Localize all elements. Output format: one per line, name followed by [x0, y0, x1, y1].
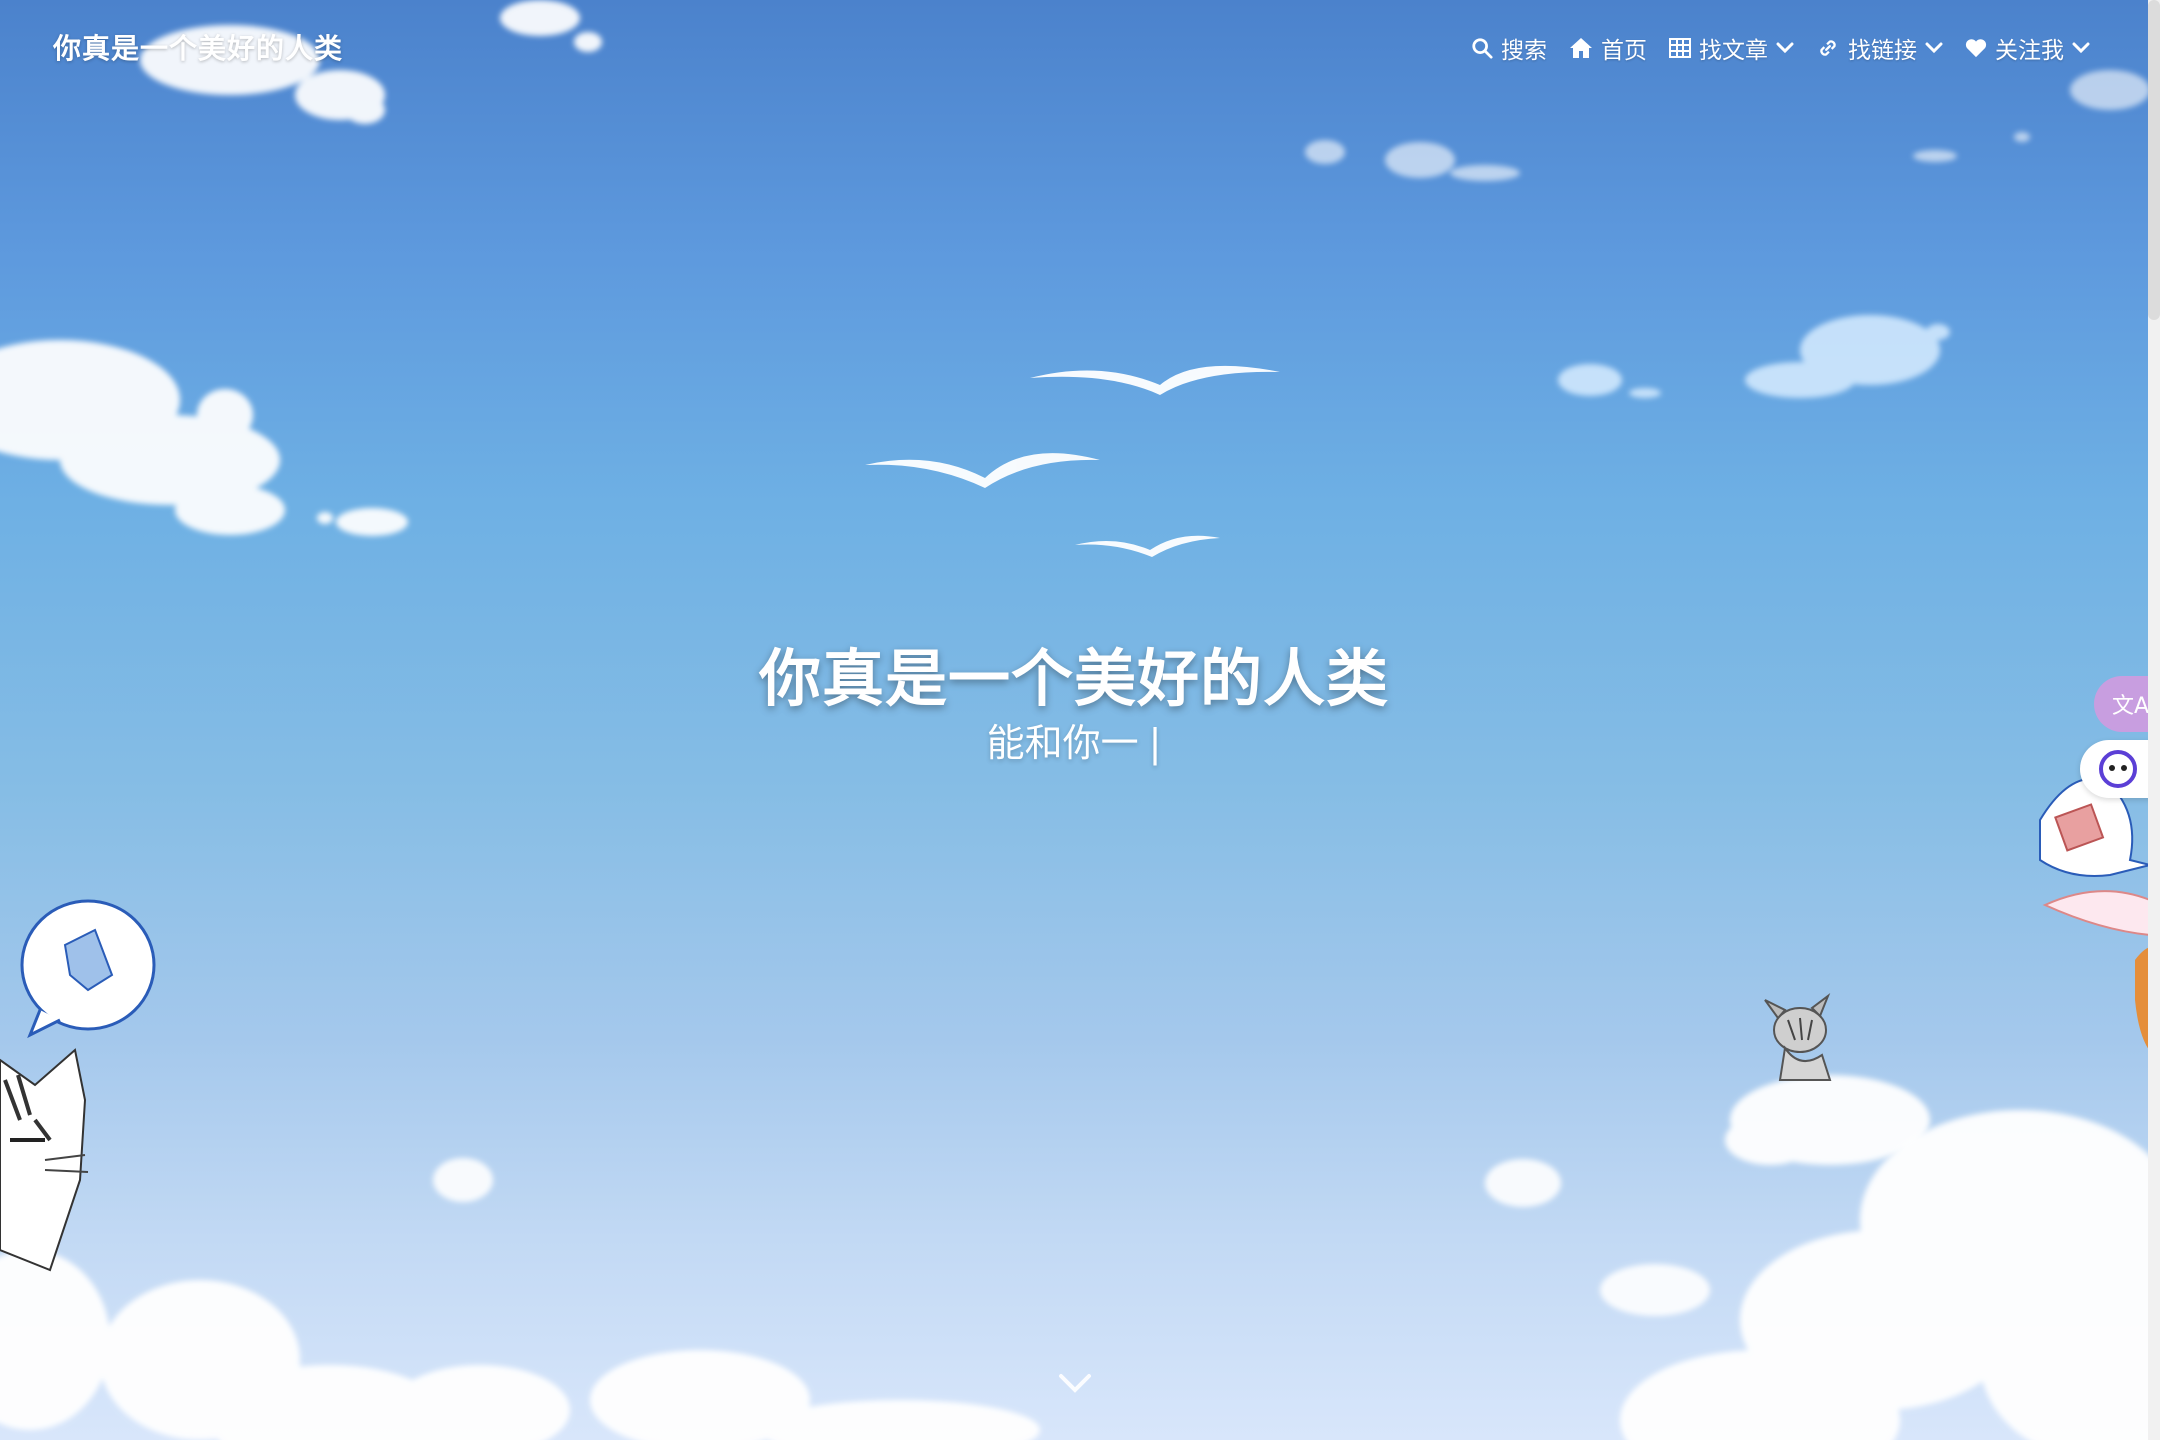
- nav-articles-label: 找文章: [1699, 38, 1768, 64]
- nav-follow-label: 关注我: [1995, 38, 2064, 64]
- nav-links[interactable]: 找链接: [1816, 30, 1943, 66]
- page: 你真是一个美好的人类 搜索 首页 找文章 找链接 关注我 你真是一个美好的人类 …: [0, 0, 2160, 1440]
- nav-home-label: 首页: [1601, 38, 1647, 64]
- nav-links-label: 找链接: [1848, 38, 1917, 64]
- hero-title: 你真是一个美好的人类: [758, 642, 1389, 715]
- scroll-down-button[interactable]: [1055, 1368, 1095, 1398]
- typing-cursor: |: [1148, 721, 1162, 765]
- site-brand[interactable]: 你真是一个美好的人类: [53, 27, 343, 67]
- chevron-down-icon: [1776, 42, 1794, 54]
- cloud-bottom-right: [1620, 1110, 2160, 1440]
- character-right-edge: [2039, 777, 2160, 1060]
- chevron-down-icon: [1055, 1374, 1095, 1402]
- nav-search[interactable]: 搜索: [1471, 30, 1547, 66]
- cloud-right-mid: [1558, 315, 1950, 398]
- link-icon: [1816, 37, 1840, 59]
- home-icon: [1569, 37, 1593, 59]
- cloud-small-mid: [433, 1158, 1710, 1316]
- nav-articles[interactable]: 找文章: [1669, 30, 1794, 66]
- cloud-upper-right: [1305, 70, 2150, 181]
- search-icon: [1471, 37, 1493, 59]
- top-nav: 搜索 首页 找文章 找链接 关注我: [1471, 30, 2090, 66]
- nav-follow[interactable]: 关注我: [1965, 30, 2090, 66]
- grid-icon: [1669, 38, 1691, 58]
- chevron-down-icon: [1925, 42, 1943, 54]
- cat-on-cloud-right: [1725, 993, 1930, 1165]
- chevron-down-icon: [2072, 42, 2090, 54]
- cloud-left: [0, 340, 408, 536]
- cat-left: [0, 899, 156, 1272]
- scrollbar-thumb[interactable]: [2148, 0, 2160, 320]
- hero-subtitle-text: 能和你一: [986, 721, 1139, 765]
- hero-subtitle: 能和你一 |: [0, 712, 2148, 767]
- translate-icon: 文A: [2112, 694, 2150, 719]
- nav-home[interactable]: 首页: [1569, 30, 1647, 66]
- nav-search-label: 搜索: [1501, 38, 1547, 64]
- heart-icon: [1965, 38, 1987, 58]
- cloud-bottom-left: [0, 1250, 1040, 1440]
- birds: [865, 365, 1280, 557]
